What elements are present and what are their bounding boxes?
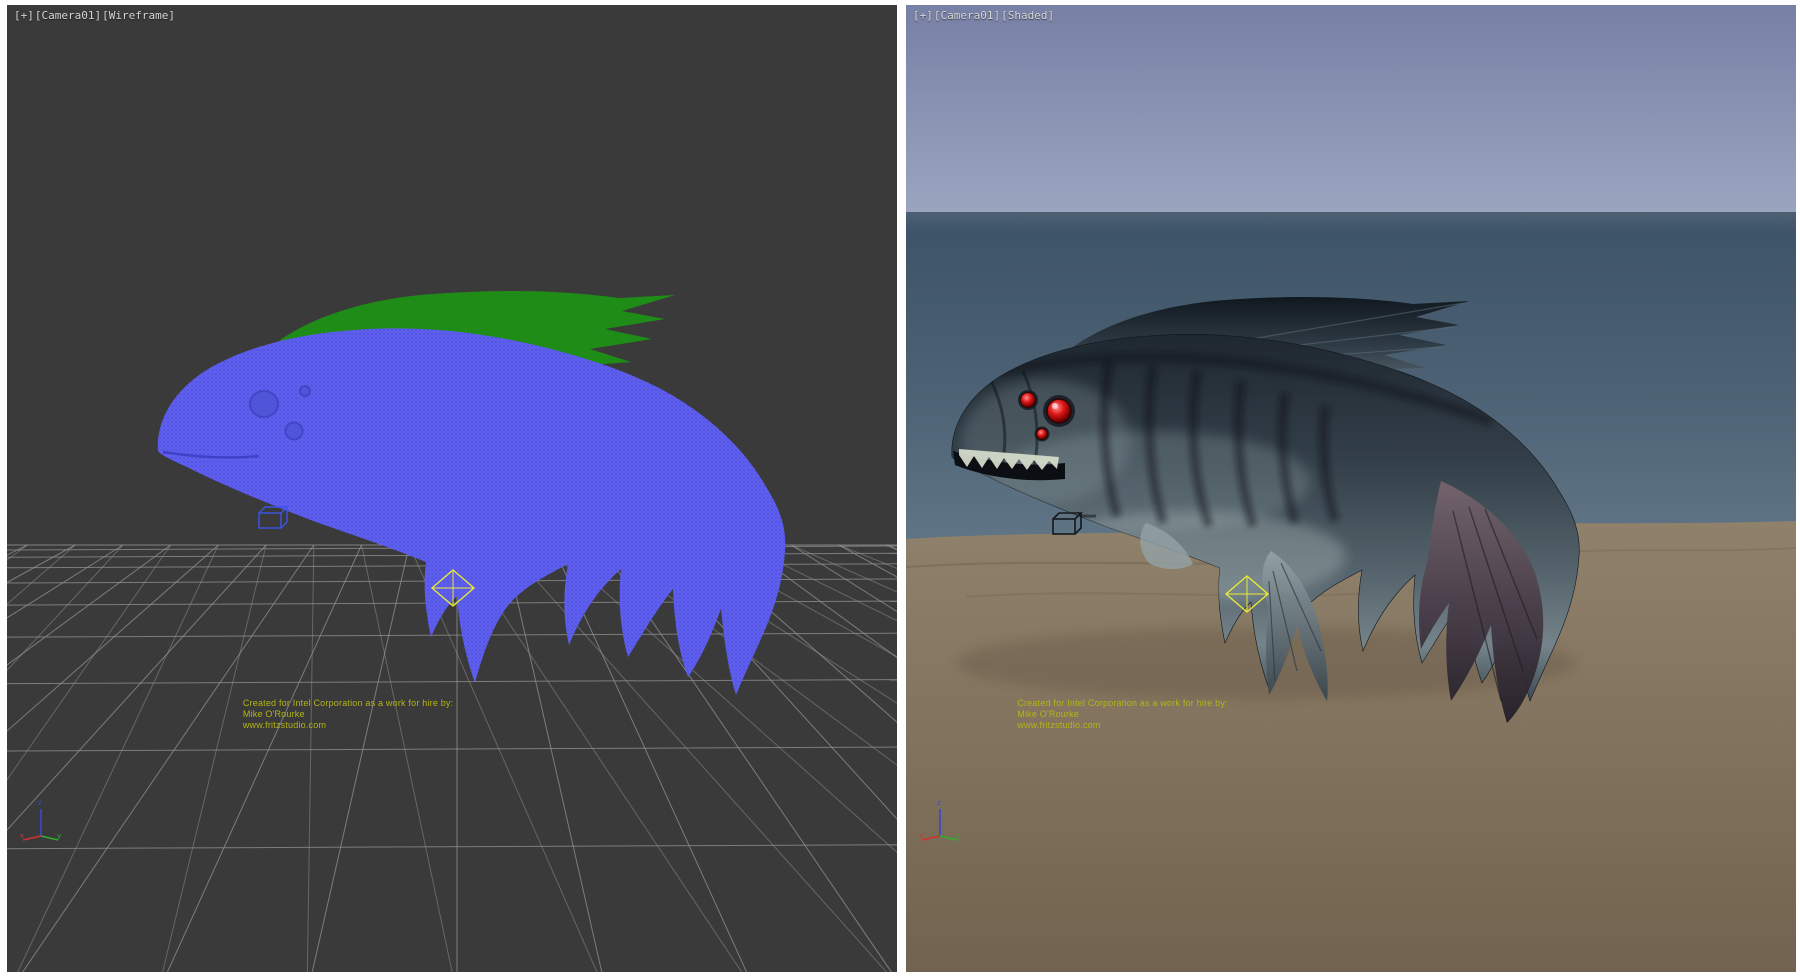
watermark-text: Created for Intel Corporation as a work … bbox=[1017, 698, 1228, 731]
shaded-scene bbox=[906, 5, 1796, 972]
sand-ground bbox=[906, 521, 1796, 972]
dual-viewport-frame: [+][Camera01][Wireframe] bbox=[0, 0, 1800, 978]
viewport-shaded[interactable]: [+][Camera01][Shaded] bbox=[906, 5, 1796, 972]
viewport-label: [+][Camera01][Wireframe] bbox=[14, 9, 176, 22]
world-axis-gizmo: z x y bbox=[20, 796, 62, 844]
camera-menu-button[interactable]: [Camera01] bbox=[35, 9, 101, 22]
pov-menu-button[interactable]: [+] bbox=[913, 9, 933, 22]
fish-wireframe-texture bbox=[158, 328, 785, 695]
svg-text:z: z bbox=[937, 799, 941, 807]
shading-menu-button[interactable]: [Shaded] bbox=[1001, 9, 1054, 22]
viewport-label: [+][Camera01][Shaded] bbox=[913, 9, 1055, 22]
viewport-wireframe[interactable]: [+][Camera01][Wireframe] bbox=[7, 5, 897, 972]
wireframe-scene bbox=[7, 5, 897, 972]
svg-text:y: y bbox=[57, 832, 61, 840]
svg-text:x: x bbox=[20, 832, 24, 840]
svg-text:y: y bbox=[956, 832, 960, 840]
watermark-text: Created for Intel Corporation as a work … bbox=[243, 698, 454, 731]
svg-text:z: z bbox=[38, 799, 42, 807]
camera-menu-button[interactable]: [Camera01] bbox=[934, 9, 1000, 22]
world-axis-gizmo: z x y bbox=[919, 796, 961, 844]
svg-text:x: x bbox=[919, 832, 923, 840]
box-helper[interactable] bbox=[259, 507, 287, 528]
sky bbox=[906, 5, 1796, 212]
shading-menu-button[interactable]: [Wireframe] bbox=[102, 9, 175, 22]
pov-menu-button[interactable]: [+] bbox=[14, 9, 34, 22]
